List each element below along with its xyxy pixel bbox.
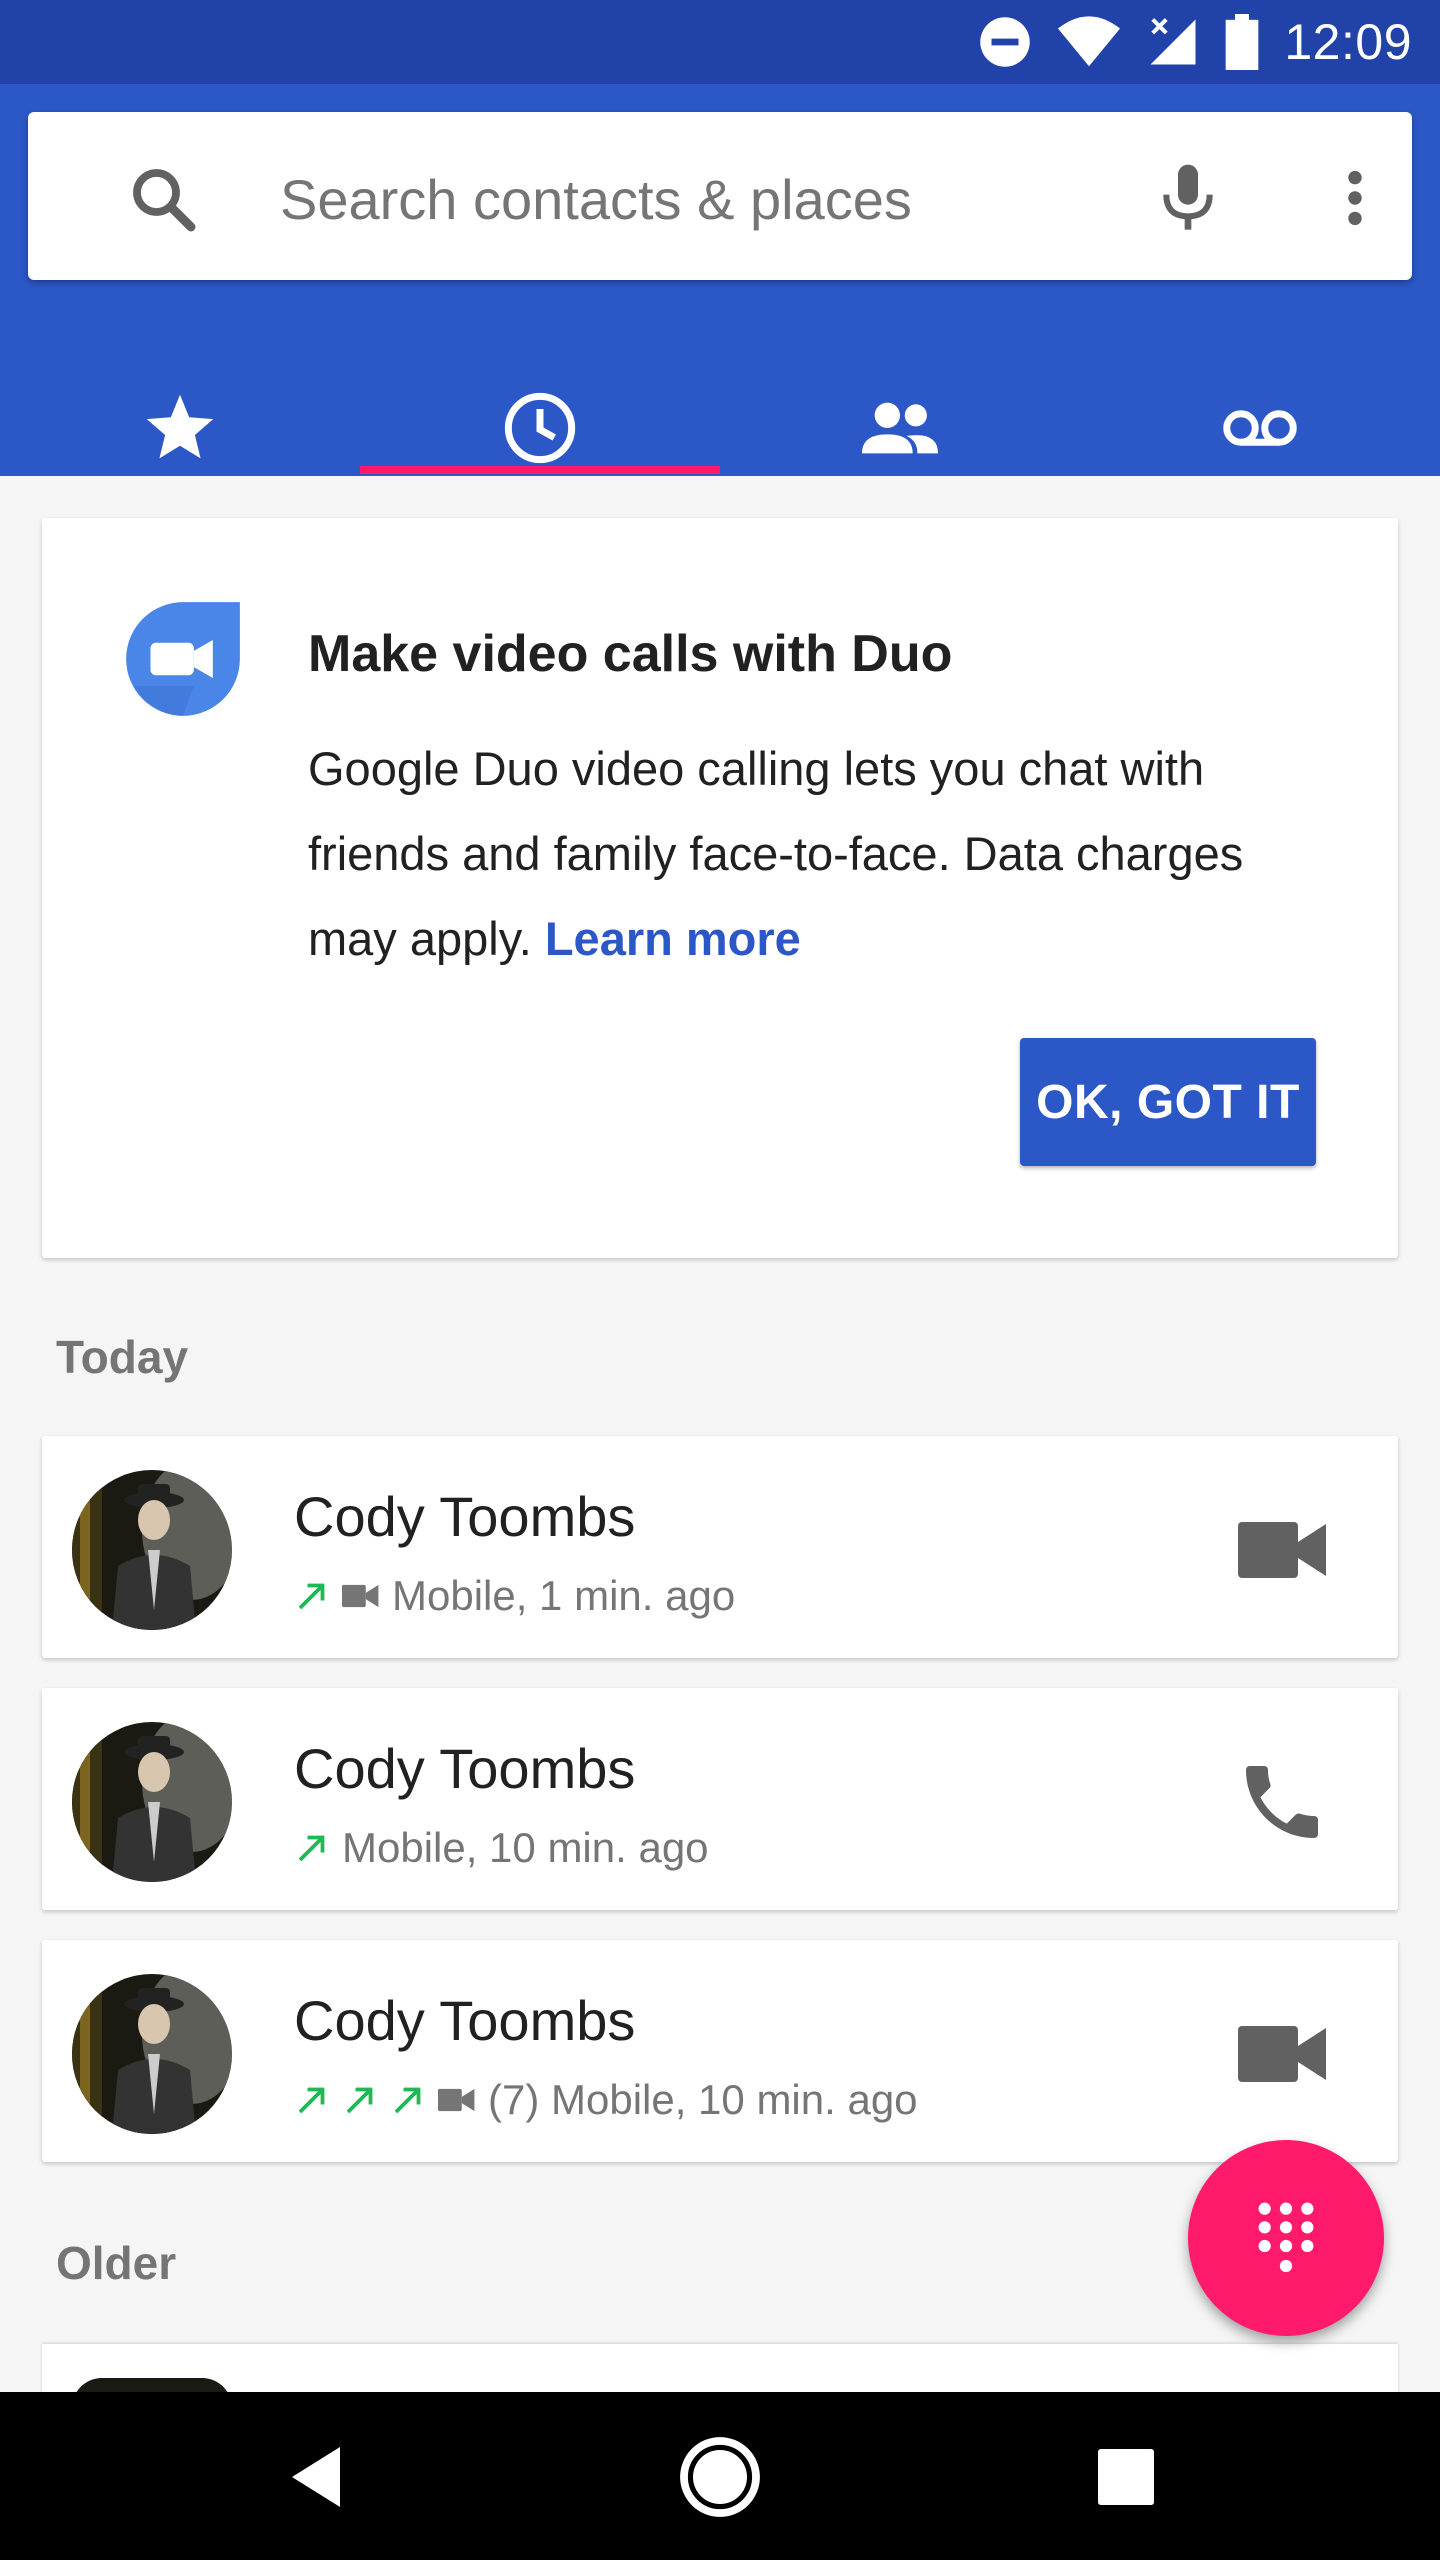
section-header-older: Older [56,2237,177,2289]
duo-card-title: Make video calls with Duo [308,625,953,683]
call-details: Mobile, 1 min. ago [294,1568,735,1624]
tab-bar [0,364,1440,476]
app-bar: Search contacts & places [0,84,1440,476]
contact-name: Cody Toombs [294,1737,636,1800]
tab-recents[interactable] [360,364,720,476]
contact-name: Cody Toombs [294,1485,636,1548]
phone-icon[interactable] [1234,1754,1330,1850]
avatar[interactable] [72,1722,232,1882]
learn-more-link[interactable]: Learn more [545,912,801,965]
status-icons: 12:09 [978,0,1412,84]
outgoing-call-arrow-icon [298,1583,325,1610]
tab-indicator [360,466,720,474]
tab-voicemail[interactable] [1080,364,1440,476]
dialpad-icon [1258,2202,1314,2273]
video-small-icon [438,2088,475,2112]
call-meta-text: Mobile, 10 min. ago [342,1824,709,1871]
video-call-icon[interactable] [1234,2006,1330,2102]
call-meta-text: (7) Mobile, 10 min. ago [488,2076,918,2123]
back-icon [292,2447,340,2507]
star-icon [146,394,214,459]
call-details: (7) Mobile, 10 min. ago [294,2072,918,2128]
voicemail-icon [1223,410,1297,446]
wifi-icon [1058,16,1121,67]
outgoing-call-arrow-icon [298,2087,325,2114]
cell-signal-icon [1150,18,1196,65]
status-time: 12:09 [1284,14,1412,70]
duo-card-body: Google Duo video calling lets you chat w… [308,726,1328,981]
back-button[interactable] [266,2432,366,2522]
home-icon [680,2437,760,2517]
search-icon[interactable] [128,164,200,236]
do-not-disturb-icon [980,17,1031,67]
avatar[interactable] [72,1470,232,1630]
overview-icon [1098,2449,1154,2505]
battery-icon [1226,14,1259,70]
search-box[interactable]: Search contacts & places [28,112,1412,280]
call-log-row[interactable]: Cody Toombs (7) Mobile, 10 min. ago [42,1940,1398,2162]
call-meta-text: Mobile, 1 min. ago [392,1572,736,1619]
video-call-icon[interactable] [1234,1502,1330,1598]
call-details: Mobile, 10 min. ago [294,1820,709,1876]
home-button[interactable] [670,2432,770,2522]
section-header-today: Today [56,1331,189,1383]
contacts-icon [862,402,938,454]
recents-button[interactable] [1076,2432,1176,2522]
status-bar: 12:09 [0,0,1440,84]
duo-promo-card: Make video calls with Duo Google Duo vid… [42,518,1398,1258]
call-log-row[interactable]: Cody Toombs Mobile, 10 min. ago [42,1688,1398,1910]
clock-icon [504,392,576,464]
more-options-icon[interactable] [1320,158,1390,238]
video-small-icon [342,1584,379,1608]
search-input[interactable]: Search contacts & places [280,164,912,236]
dialpad-button[interactable] [1188,2140,1384,2336]
tab-contacts[interactable] [720,364,1080,476]
duo-logo-icon [126,602,240,716]
mic-icon[interactable] [1148,158,1228,238]
outgoing-call-arrow-icon [346,2087,373,2114]
contact-name: Cody Toombs [294,1989,636,2052]
ok-got-it-button[interactable]: OK, GOT IT [1020,1038,1316,1166]
call-log-row[interactable]: Cody Toombs Mobile, 1 min. ago [42,1436,1398,1658]
outgoing-call-arrow-icon [298,1835,325,1862]
tab-speed-dial[interactable] [0,364,360,476]
outgoing-call-arrow-icon [394,2087,421,2114]
navigation-bar [0,2392,1440,2560]
avatar[interactable] [72,1974,232,2134]
